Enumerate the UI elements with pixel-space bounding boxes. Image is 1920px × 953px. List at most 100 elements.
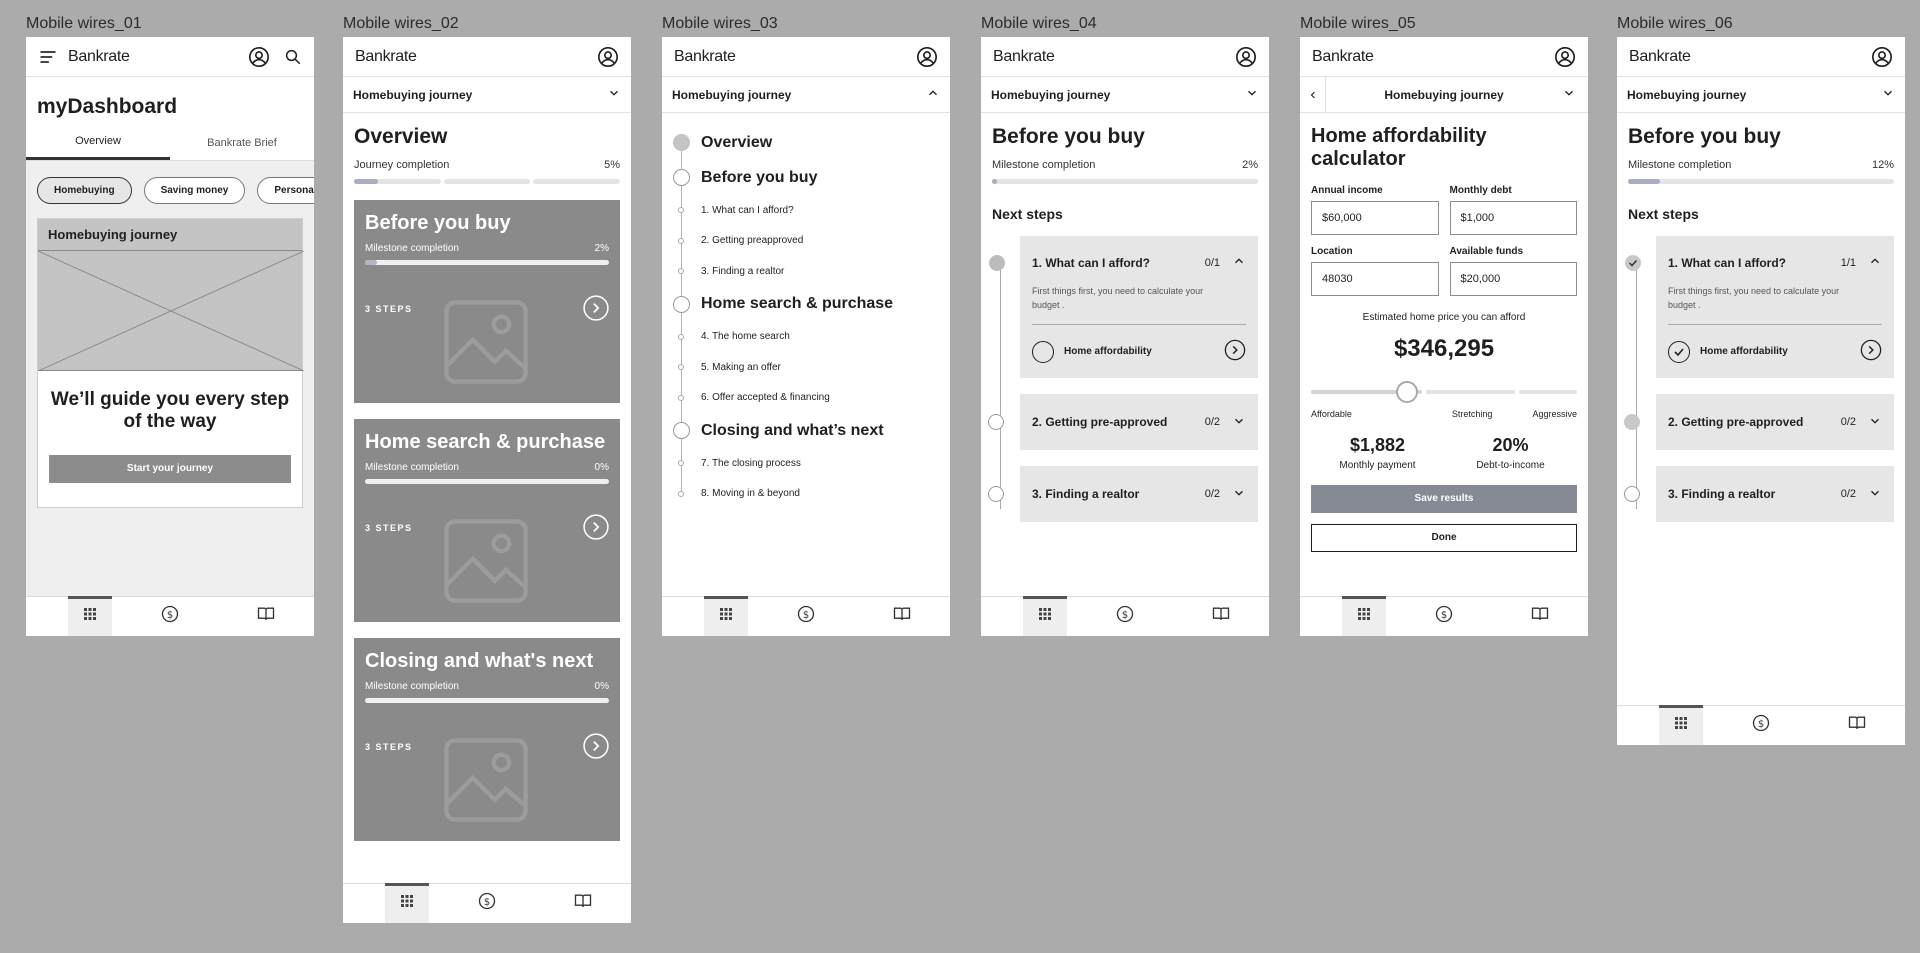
journey-card[interactable]: Homebuying journey We’ll guide you every… [37,218,304,508]
nav-dashboard[interactable] [1023,596,1067,636]
step-accordion-3[interactable]: 3. Finding a realtor 0/2 [988,466,1258,522]
step-marker [678,394,684,401]
account-icon[interactable] [597,46,619,68]
nav-learn[interactable] [1492,597,1588,636]
book-icon [256,604,276,629]
slider-thumb[interactable] [1395,381,1418,403]
journey-dropdown[interactable]: Homebuying journey [1300,77,1588,113]
step-accordion-3[interactable]: 3. Finding a realtor 0/2 [1624,466,1894,522]
account-icon[interactable] [1235,46,1257,68]
tab-overview[interactable]: Overview [26,125,170,160]
save-results-button[interactable]: Save results [1311,485,1577,513]
nav-money[interactable] [1077,597,1173,636]
journey-step-item[interactable]: 7. The closing process [673,448,939,479]
done-button[interactable]: Done [1311,524,1577,552]
chip-personal[interactable]: Personal [257,177,314,204]
available-funds-label: Available funds [1449,246,1524,257]
monthly-debt-field[interactable]: $1,000 [1449,201,1577,235]
step-marker [673,295,690,313]
journey-step-item[interactable]: 5. Making an offer [673,352,939,383]
step-marker [678,207,684,213]
journey-step-item[interactable]: 4. The home search [673,322,939,353]
book-icon [892,604,912,629]
top-bar: Bankrate [1300,37,1588,77]
task-label: Home affordability [1700,346,1788,357]
chip-homebuying[interactable]: Homebuying [37,177,132,204]
brand-logo: Bankrate [1312,47,1374,65]
chevron-right-icon[interactable] [583,514,609,545]
start-journey-button[interactable]: Start your journey [49,454,291,483]
nav-learn[interactable] [854,597,950,636]
journey-step-item[interactable]: 1. What can I afford? [673,195,939,226]
nav-money[interactable] [758,597,854,636]
nav-dashboard[interactable] [68,596,112,636]
journey-step-item[interactable]: 6. Offer accepted & financing [673,383,939,414]
milestone-card[interactable]: Home search & purchase Milestone completi… [354,419,620,622]
chevron-left-icon[interactable] [1300,77,1326,112]
nav-dashboard[interactable] [1659,705,1703,745]
journey-step-item[interactable]: 8. Moving in & beyond [673,479,939,510]
nav-money[interactable] [122,597,218,636]
task-checkbox[interactable] [1032,340,1054,363]
step-title: 2. Getting pre-approved [1668,415,1804,429]
nav-learn[interactable] [535,884,631,923]
step-label: 4. The home search [701,331,790,343]
journey-milestone-item[interactable]: Overview [673,125,939,160]
journey-dropdown[interactable]: Homebuying journey [662,77,950,113]
account-icon[interactable] [1554,46,1576,68]
annual-income-field[interactable]: $60,000 [1311,201,1439,235]
journey-step-item[interactable]: 3. Finding a realtor [673,256,939,287]
milestone-completion-label: Milestone completion [992,159,1096,171]
search-icon[interactable] [284,48,302,66]
account-icon[interactable] [248,46,270,68]
chevron-right-icon[interactable] [1224,339,1246,364]
menu-icon[interactable] [38,47,58,67]
nav-money[interactable] [439,884,535,923]
page-title: Before you buy [992,125,1145,148]
chevron-right-icon[interactable] [1860,339,1882,364]
nav-money[interactable] [1396,597,1492,636]
step-accordion-1[interactable]: 1. What can I afford? 1/1 First things f… [1625,236,1894,378]
nav-dashboard[interactable] [704,596,748,636]
task-home-affordability[interactable]: Home affordability [1668,324,1882,364]
tab-bankrate-brief[interactable]: Bankrate Brief [170,125,314,160]
step-accordion-2[interactable]: 2. Getting pre-approved 0/2 [988,394,1258,450]
available-funds-field[interactable]: $20,000 [1449,262,1577,296]
frame-label-2: Mobile wires_02 [343,15,459,32]
nav-dashboard[interactable] [385,883,429,923]
wire-03-journey-menu: Bankrate Homebuying journey Overview Befo… [662,37,950,636]
account-icon[interactable] [1871,46,1893,68]
step-accordion-1[interactable]: 1. What can I afford? 0/1 First things f… [989,236,1258,378]
journey-dropdown[interactable]: Homebuying journey [1617,77,1905,113]
journey-dropdown[interactable]: Homebuying journey [343,77,631,113]
step-accordion-2[interactable]: 2. Getting pre-approved 0/2 [1624,394,1894,450]
nav-learn[interactable] [1173,597,1269,636]
location-field[interactable]: 48030 [1311,262,1439,296]
journey-milestone-item[interactable]: Before you buy [673,160,939,195]
journey-dropdown[interactable]: Homebuying journey [981,77,1269,113]
chevron-right-icon[interactable] [583,295,609,326]
chip-saving-money[interactable]: Saving money [143,177,246,204]
milestone-card[interactable]: Before you buy Milestone completion 2% 3 ST… [354,200,620,403]
step-label: Closing and what’s next [701,421,884,439]
affordability-slider[interactable] [1311,381,1577,403]
brand-logo: Bankrate [68,47,130,65]
journey-milestone-item[interactable]: Closing and what’s next [673,413,939,448]
brand-logo: Bankrate [674,47,736,65]
chevron-right-icon[interactable] [583,733,609,764]
step-title: 2. Getting pre-approved [1032,415,1168,429]
check-icon[interactable] [1668,340,1690,363]
milestone-progress [365,698,609,703]
journey-step-item[interactable]: 2. Getting preapproved [673,226,939,257]
nav-money[interactable] [1713,706,1809,745]
nav-learn[interactable] [218,597,314,636]
nav-learn[interactable] [1809,706,1905,745]
bottom-nav [981,596,1269,636]
journey-milestone-item[interactable]: Home search & purchase [673,287,939,322]
milestone-card[interactable]: Closing and what's next Milestone complet… [354,638,620,841]
step-label: 1. What can I afford? [701,204,794,216]
account-icon[interactable] [916,46,938,68]
nav-dashboard[interactable] [1342,596,1386,636]
task-home-affordability[interactable]: Home affordability [1032,324,1246,364]
step-status-dot [1624,486,1640,502]
